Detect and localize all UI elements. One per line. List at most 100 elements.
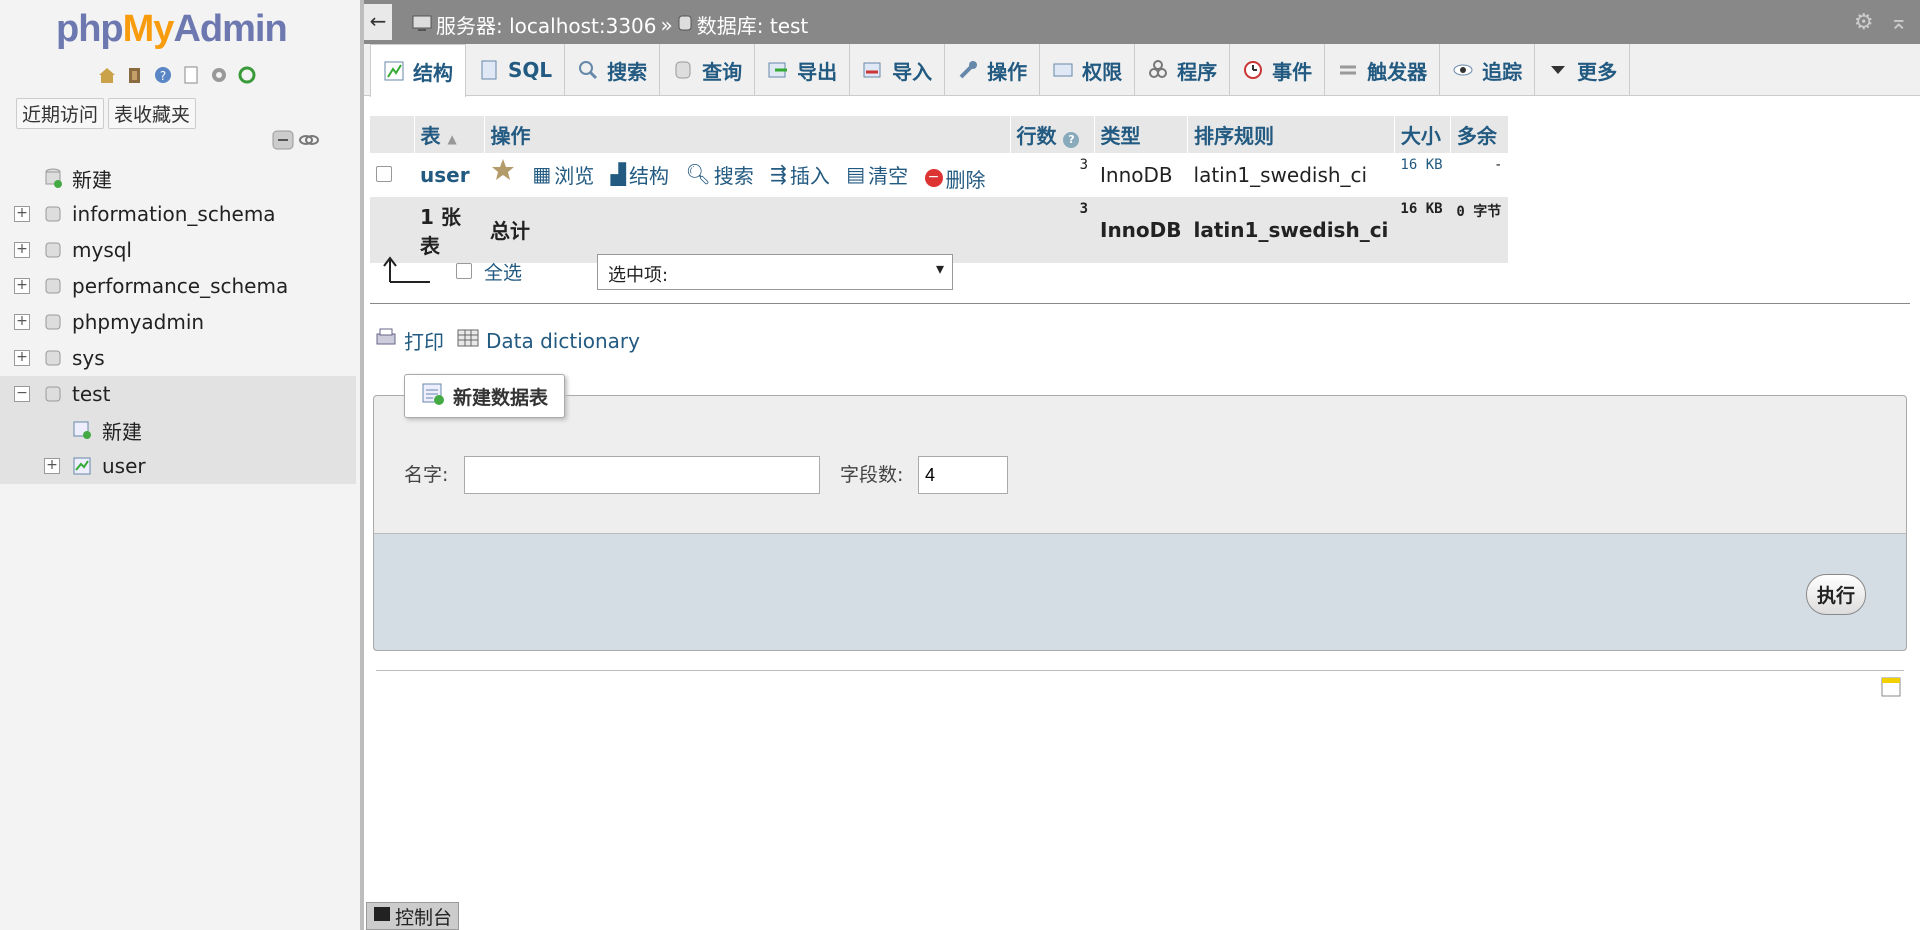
privileges-icon [1052, 59, 1074, 81]
database-icon [44, 384, 62, 404]
printer-icon [374, 326, 398, 355]
more-icon [1547, 59, 1569, 81]
tab-operations[interactable]: 操作 [945, 44, 1041, 96]
col-size[interactable]: 大小 [1394, 116, 1451, 153]
check-all-label[interactable]: 全选 [484, 258, 522, 285]
panel-splitter[interactable] [360, 0, 364, 930]
structure-action[interactable]: ▟ 结构 [611, 160, 669, 189]
tree-item-new[interactable]: 新建 [0, 160, 356, 196]
search-icon [577, 59, 599, 81]
expand-icon[interactable]: + [14, 242, 30, 258]
table-icon [72, 456, 91, 476]
navigation-panel: phpMyAdmin ? 近期访问 表收藏夹 新建 + information_s… [0, 0, 360, 930]
tab-structure[interactable]: 结构 [370, 44, 466, 97]
total-label: 总计 [484, 196, 1010, 263]
favorites-button[interactable]: 表收藏夹 [108, 98, 197, 129]
insert-action[interactable]: ⇶ 插入 [770, 160, 830, 189]
col-rows[interactable]: 行数 ? [1010, 116, 1095, 153]
tree-item-performance-schema[interactable]: + performance_schema [0, 268, 356, 304]
divider [376, 670, 1904, 671]
phpmyadmin-logo[interactable]: phpMyAdmin [56, 8, 288, 51]
favorite-star-icon[interactable] [490, 157, 516, 181]
recent-button[interactable]: 近期访问 [16, 98, 105, 129]
wrench-icon [957, 59, 979, 81]
notes-icon[interactable] [1880, 676, 1902, 702]
home-icon[interactable] [96, 64, 118, 86]
collapse-top-icon[interactable]: ⌅ [1890, 10, 1908, 35]
tree-item-sys[interactable]: + sys [0, 340, 356, 376]
name-label: 名字: [404, 464, 449, 486]
structure-icon: ▟ [610, 162, 627, 186]
settings-icon[interactable] [208, 64, 230, 86]
print-row: 打印 Data dictionary [374, 326, 640, 355]
search-action[interactable]: 🔍︎ 搜索 [685, 160, 753, 189]
total-engine: InnoDB [1094, 196, 1188, 263]
collapse-all-icon[interactable] [272, 130, 294, 154]
columns-count-input[interactable] [918, 456, 1008, 494]
database-icon [44, 348, 62, 368]
tab-query[interactable]: 查询 [660, 44, 756, 96]
collapse-icon[interactable]: − [14, 386, 30, 402]
data-dictionary-link[interactable]: Data dictionary [486, 329, 640, 353]
breadcrumb-server[interactable]: 服务器: localhost:3306 [436, 10, 657, 39]
table-name-input[interactable] [464, 456, 820, 494]
new-db-icon [44, 168, 62, 188]
database-icon [44, 240, 62, 260]
sql-icon [478, 59, 500, 81]
drop-action[interactable]: − 删除 [924, 164, 986, 193]
table-footer-row: 1 张表 总计 3 InnoDB latin1_swedish_ci 16 KB… [370, 196, 1509, 263]
print-link[interactable]: 打印 [404, 326, 444, 355]
import-icon [862, 59, 884, 81]
size-value[interactable]: 16 KB [1394, 153, 1450, 197]
expand-icon[interactable]: + [14, 314, 30, 330]
row-checkbox[interactable] [376, 165, 392, 182]
console-toggle[interactable]: 控制台 [366, 902, 460, 930]
arrow-up-icon [380, 254, 432, 288]
tab-sql[interactable]: SQL [466, 44, 566, 96]
logout-icon[interactable] [124, 64, 146, 86]
tree-item-information-schema[interactable]: + information_schema [0, 196, 356, 232]
collapse-nav-button[interactable]: ← [364, 4, 392, 40]
table-name-link[interactable]: user [420, 163, 470, 187]
tab-export[interactable]: 导出 [755, 44, 851, 96]
tab-tracking[interactable]: 追踪 [1440, 44, 1536, 96]
empty-action[interactable]: ▤ 清空 [846, 160, 908, 189]
tab-events[interactable]: 事件 [1230, 44, 1326, 96]
expand-icon[interactable]: + [14, 206, 30, 222]
tab-triggers[interactable]: 触发器 [1325, 44, 1441, 96]
tab-import[interactable]: 导入 [850, 44, 946, 96]
tab-privileges[interactable]: 权限 [1040, 44, 1136, 96]
tree-item-test-new[interactable]: 新建 [0, 412, 356, 448]
with-selected-dropdown[interactable]: 选中项: ▾ [597, 254, 953, 290]
tables-list: 表 ▲ 操作 行数 ? 类型 排序规则 大小 多余 user ▦ 浏览 ▟ 结构 🔍… [370, 116, 1509, 263]
tree-item-test[interactable]: − test [0, 376, 356, 412]
col-table[interactable]: 表 ▲ [414, 116, 485, 153]
col-overhead[interactable]: 多余 [1450, 116, 1509, 153]
docs-icon[interactable] [180, 64, 202, 86]
expand-icon[interactable]: + [14, 278, 30, 294]
tab-more[interactable]: 更多 [1535, 44, 1631, 96]
insert-icon: ⇶ [770, 162, 787, 186]
tree-item-mysql[interactable]: + mysql [0, 232, 356, 268]
browse-action[interactable]: ▦ 浏览 [532, 160, 594, 189]
go-button[interactable]: 执行 [1805, 574, 1866, 615]
empty-icon: ▤ [846, 162, 866, 186]
check-all-checkbox[interactable] [456, 263, 472, 279]
tree-item-user[interactable]: + user [0, 448, 356, 484]
col-type[interactable]: 类型 [1094, 116, 1189, 153]
breadcrumb-database[interactable]: 数据库: test [697, 10, 809, 39]
expand-icon[interactable]: + [44, 458, 60, 474]
col-collation[interactable]: 排序规则 [1187, 116, 1395, 153]
tab-routines[interactable]: 程序 [1135, 44, 1231, 96]
events-icon [1242, 59, 1264, 81]
console-icon [373, 905, 391, 928]
help-icon[interactable]: ? [152, 64, 174, 86]
expand-icon[interactable]: + [14, 350, 30, 366]
tab-search[interactable]: 搜索 [565, 44, 661, 96]
col-action: 操作 [484, 116, 1011, 153]
reload-icon[interactable] [236, 64, 258, 86]
gear-icon[interactable]: ⚙ [1854, 10, 1874, 35]
link-icon[interactable] [298, 130, 320, 154]
search-icon: 🔍︎ [685, 162, 711, 186]
tree-item-phpmyadmin[interactable]: + phpmyadmin [0, 304, 356, 340]
